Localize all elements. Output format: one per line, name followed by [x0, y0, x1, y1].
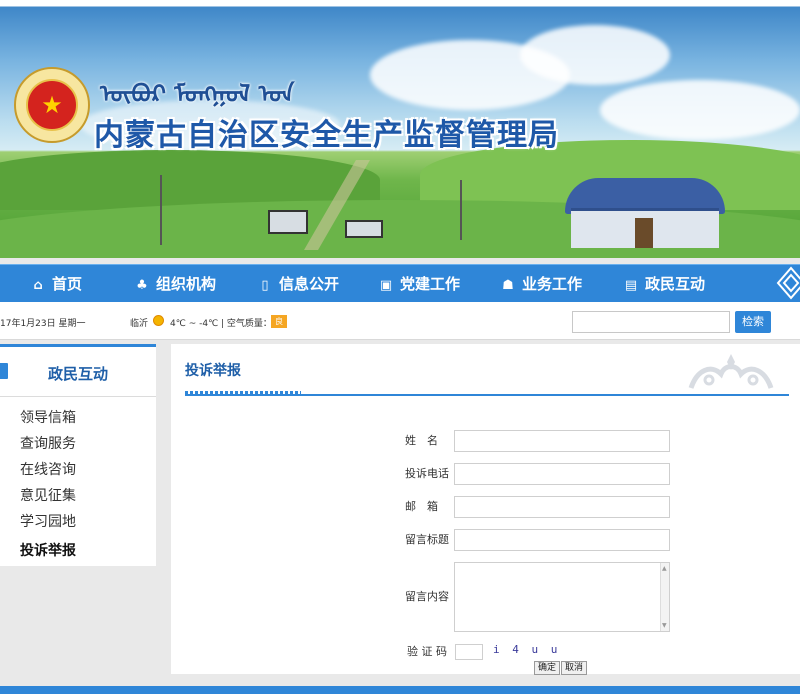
weather-temperature: 4℃ ~ -4℃ | 空气质量： — [170, 319, 272, 329]
mongolian-ornament-icon — [688, 354, 774, 389]
scroll-down-icon[interactable]: ▼ — [662, 622, 667, 629]
nav-label: 业务工作 — [522, 275, 583, 293]
content-textarea[interactable]: ▲ ▼ — [454, 562, 670, 632]
textarea-scrollbar[interactable]: ▲ ▼ — [660, 563, 669, 631]
emblem-star-icon: ★ — [26, 79, 78, 131]
book-icon: ▣ — [379, 278, 393, 293]
sunny-icon — [153, 315, 164, 326]
name-label: 姓 名 — [405, 434, 438, 447]
submit-button[interactable]: 确定 — [534, 661, 561, 675]
scroll-up-icon[interactable]: ▲ — [662, 565, 667, 572]
yurt-door — [635, 218, 653, 248]
document-icon: ▤ — [624, 278, 638, 293]
cart — [268, 210, 308, 234]
sidebar-header: 政民互动 — [0, 347, 156, 397]
sidebar-item-complaint-report[interactable]: 投诉举报 — [20, 540, 76, 560]
cloud — [520, 25, 670, 85]
header-banner: ★ ᠥᠪᠥᠷ ᠮᠣᠩᠭᠣᠯ ᠤᠨ 内蒙古自治区安全生产监督管理局 — [0, 0, 800, 258]
cart — [345, 220, 383, 238]
home-icon: ⌂ — [33, 278, 43, 293]
sidebar-item-learning-garden[interactable]: 学习园地 — [20, 511, 76, 531]
info-bar: 17年1月23日 星期一 临沂 4℃ ~ -4℃ | 空气质量： 良 检索 — [0, 302, 800, 340]
sidebar-item-query-service[interactable]: 查询服务 — [20, 433, 76, 453]
users-icon: ☗ — [502, 278, 514, 293]
email-field[interactable] — [454, 496, 670, 518]
captcha-image[interactable]: i 4 u u — [493, 643, 560, 656]
page-title: 投诉举报 — [185, 363, 241, 379]
nav-label: 首页 — [52, 275, 83, 293]
nav-item-home[interactable]: ⌂ 首页 — [30, 265, 82, 303]
main-nav: ⌂ 首页 ♣ 组织机构 ▯ 信息公开 ▣ 党建工作 ☗ 业务工作 ▤ 政民互动 — [0, 264, 800, 302]
email-label: 邮 箱 — [405, 500, 438, 513]
weather-city: 临沂 — [130, 319, 149, 329]
nav-ornament-icon — [776, 266, 800, 300]
footer-bar — [0, 686, 800, 694]
search-input[interactable] — [572, 311, 730, 333]
content-label: 留言内容 — [405, 590, 449, 603]
title-divider — [185, 394, 789, 396]
document-icon — [0, 363, 8, 379]
sidebar: 政民互动 领导信箱 查询服务 在线咨询 意见征集 学习园地 投诉举报 — [0, 344, 156, 566]
cancel-button[interactable]: 取消 — [561, 661, 588, 675]
search-button[interactable]: 检索 — [735, 311, 771, 333]
mongolian-title: ᠥᠪᠥᠷ ᠮᠣᠩᠭᠣᠯ ᠤᠨ — [100, 80, 295, 108]
yurt — [565, 178, 725, 248]
page: ★ ᠥᠪᠥᠷ ᠮᠣᠩᠭᠣᠯ ᠤᠨ 内蒙古自治区安全生产监督管理局 ⌂ 首页 ♣ 组织… — [0, 0, 800, 694]
org-chart-icon: ♣ — [136, 278, 148, 293]
nav-label: 政民互动 — [645, 275, 706, 293]
phone-label: 投诉电话 — [405, 467, 449, 480]
air-quality-badge: 良 — [271, 315, 287, 328]
phone-field[interactable] — [454, 463, 670, 485]
sidebar-item-online-consult[interactable]: 在线咨询 — [20, 459, 76, 479]
sidebar-title: 政民互动 — [48, 365, 109, 383]
subject-field[interactable] — [454, 529, 670, 551]
captcha-label: 验 证 码 — [407, 645, 447, 658]
nav-item-business[interactable]: ☗ 业务工作 — [500, 265, 582, 303]
nav-label: 信息公开 — [279, 275, 340, 293]
mobile-info-icon: ▯ — [261, 278, 269, 293]
nav-item-party-building[interactable]: ▣ 党建工作 — [378, 265, 460, 303]
cloud — [600, 80, 800, 140]
pole — [460, 180, 462, 240]
current-date: 17年1月23日 星期一 — [0, 319, 86, 329]
nav-label: 组织机构 — [156, 275, 217, 293]
site-title: 内蒙古自治区安全生产监督管理局 — [94, 118, 559, 153]
captcha-field[interactable] — [455, 644, 483, 660]
emblem-logo: ★ — [14, 67, 90, 143]
pole — [160, 175, 162, 245]
name-field[interactable] — [454, 430, 670, 452]
nav-item-info-disclosure[interactable]: ▯ 信息公开 — [257, 265, 339, 303]
sidebar-item-opinion-collection[interactable]: 意见征集 — [20, 485, 76, 505]
subject-label: 留言标题 — [405, 533, 449, 546]
nav-label: 党建工作 — [400, 275, 461, 293]
nav-item-organization[interactable]: ♣ 组织机构 — [134, 265, 216, 303]
nav-item-interaction[interactable]: ▤ 政民互动 — [623, 265, 705, 303]
sidebar-item-leader-mailbox[interactable]: 领导信箱 — [20, 407, 76, 427]
